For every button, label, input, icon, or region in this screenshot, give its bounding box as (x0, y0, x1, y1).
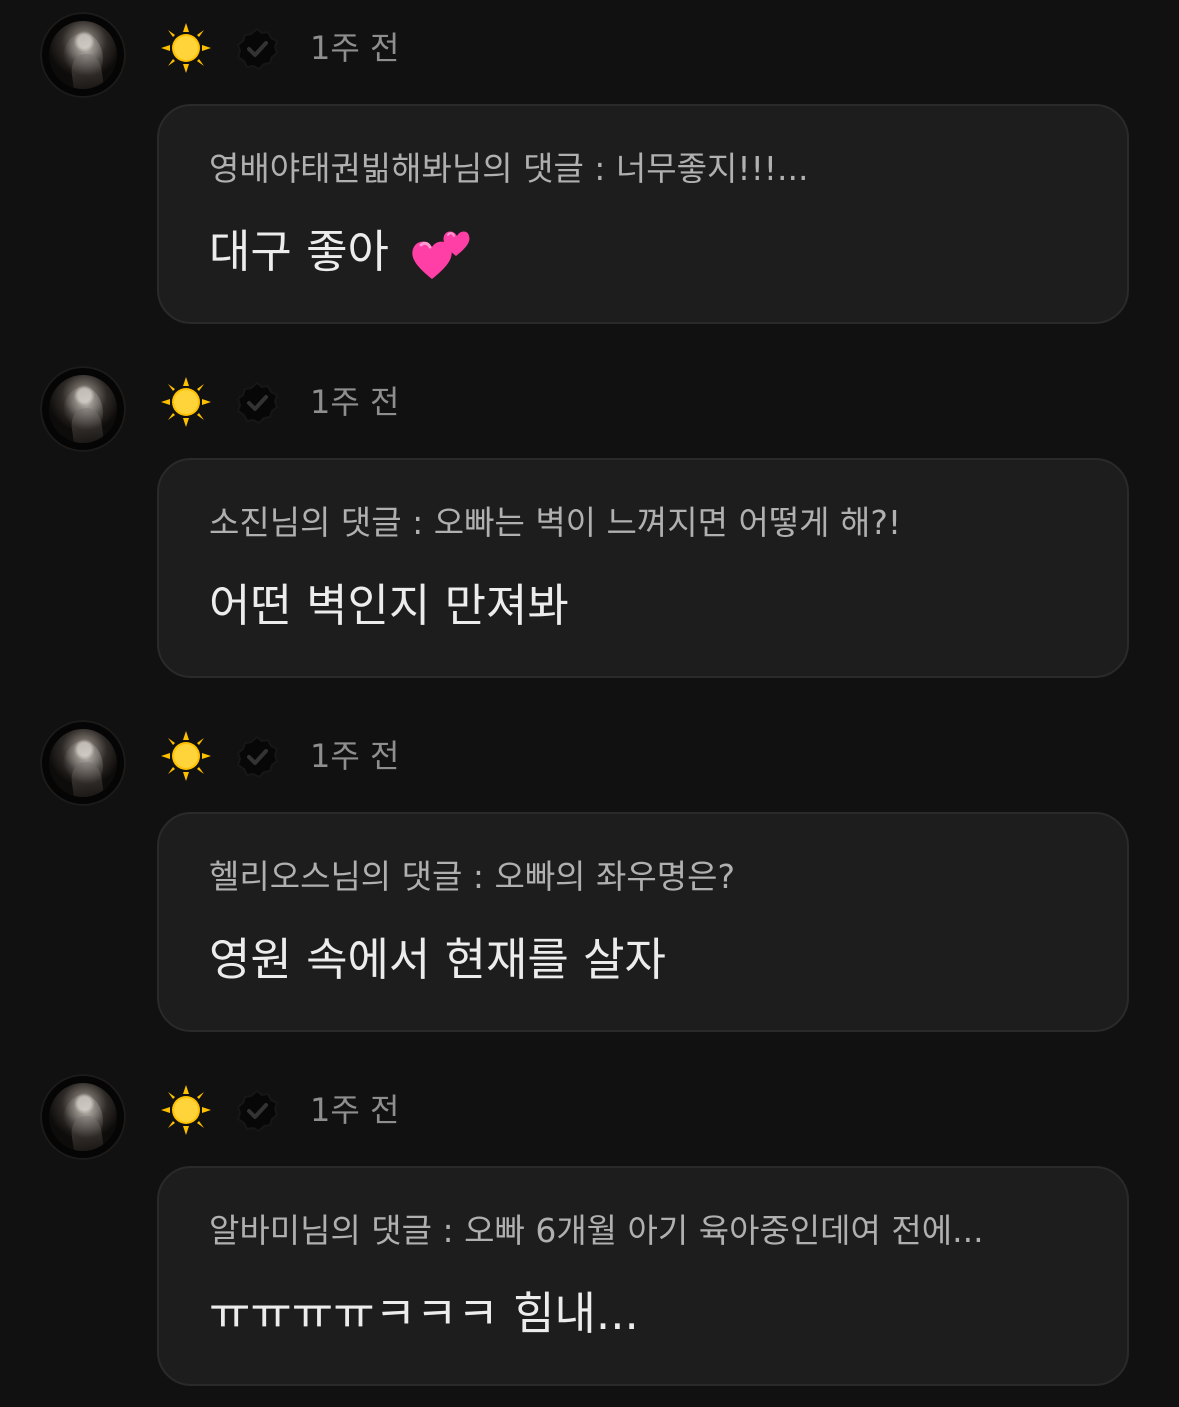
sun-icon (161, 731, 211, 781)
sun-icon (161, 23, 211, 73)
timestamp: 1주 전 (310, 1091, 400, 1129)
avatar[interactable] (40, 1074, 126, 1160)
quoted-comment: 영배야태권빎해봐님의 댓글 : 너무좋지!!!... (209, 149, 809, 188)
reply-text: 대구 좋아 (209, 224, 1089, 283)
avatar[interactable] (40, 366, 126, 452)
avatar[interactable] (40, 12, 126, 98)
comment-post: 1주 전 알바미님의 댓글 : 오빠 6개월 아기 육아중인데여 전에... ㅠ… (0, 1062, 1179, 1392)
quoted-comment: 헬리오스님의 댓글 : 오빠의 좌우명은? (209, 857, 735, 896)
reply-text: 영원 속에서 현재를 살자 (209, 933, 666, 986)
quoted-comment: 알바미님의 댓글 : 오빠 6개월 아기 육아중인데여 전에... (209, 1211, 984, 1250)
comment-card[interactable]: 영배야태권빎해봐님의 댓글 : 너무좋지!!!... 대구 좋아 (157, 104, 1129, 324)
reply-text-content: 대구 좋아 (209, 225, 389, 278)
avatar-photo (49, 375, 117, 443)
sun-icon (161, 377, 211, 427)
comment-post: 1주 전 소진님의 댓글 : 오빠는 벽이 느껴지면 어떻게 해?! 어떤 벽인… (0, 354, 1179, 684)
comment-card[interactable]: 소진님의 댓글 : 오빠는 벽이 느껴지면 어떻게 해?! 어떤 벽인지 만져봐 (157, 458, 1129, 678)
avatar-photo (49, 1083, 117, 1151)
comment-card[interactable]: 헬리오스님의 댓글 : 오빠의 좌우명은? 영원 속에서 현재를 살자 (157, 812, 1129, 1032)
comment-post: 1주 전 헬리오스님의 댓글 : 오빠의 좌우명은? 영원 속에서 현재를 살자 (0, 708, 1179, 1038)
timestamp: 1주 전 (310, 737, 400, 775)
reply-text: 어떤 벽인지 만져봐 (209, 579, 569, 632)
comment-post: 1주 전 영배야태권빎해봐님의 댓글 : 너무좋지!!!... 대구 좋아 (0, 0, 1179, 330)
avatar-photo (49, 21, 117, 89)
verified-icon (236, 27, 279, 71)
avatar-photo (49, 729, 117, 797)
timestamp: 1주 전 (310, 383, 400, 421)
verified-icon (236, 1089, 279, 1133)
sun-icon (161, 1085, 211, 1135)
two-hearts-icon (412, 231, 470, 279)
verified-icon (236, 735, 279, 779)
comment-card[interactable]: 알바미님의 댓글 : 오빠 6개월 아기 육아중인데여 전에... ㅠㅠㅠㅠㅋㅋ… (157, 1166, 1129, 1386)
reply-text: ㅠㅠㅠㅠㅋㅋㅋ 힘내... (209, 1287, 639, 1340)
timestamp: 1주 전 (310, 29, 400, 67)
avatar[interactable] (40, 720, 126, 806)
verified-icon (236, 381, 279, 425)
quoted-comment: 소진님의 댓글 : 오빠는 벽이 느껴지면 어떻게 해?! (209, 503, 902, 542)
